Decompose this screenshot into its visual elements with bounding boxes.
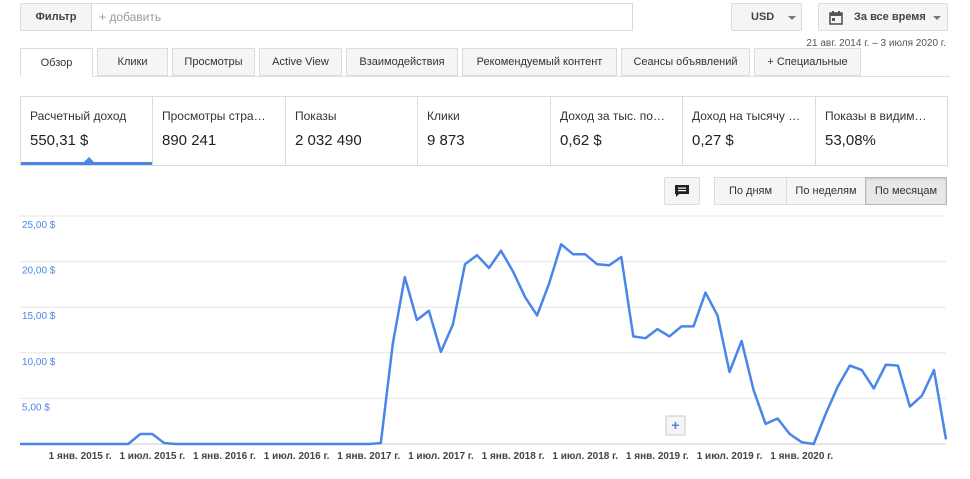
metric-viewability[interactable]: Показы в видим… 53,08% [816,97,947,165]
active-indicator [84,157,94,162]
svg-text:+: + [671,417,679,433]
y-tick-label: 20,00 $ [22,266,56,277]
by-week-button[interactable]: По неделям [786,177,866,205]
x-tick-label: 1 янв. 2017 г. [337,451,400,462]
earnings-line-chart: 5,00 $ 10,00 $ 15,00 $ 20,00 $ 25,00 $ 1 янв.… [19,215,948,462]
metric-label: Показы в видим… [825,109,927,123]
tab-pageviews[interactable]: Просмотры [172,48,255,76]
tab-clicks[interactable]: Клики [97,48,168,76]
y-tick-label: 5,00 $ [22,402,50,413]
date-label: За все время [854,11,926,23]
metric-value: 2 032 490 [295,132,362,149]
metric-value: 0,62 $ [560,132,602,149]
metric-value: 0,27 $ [692,132,734,149]
y-tick-label: 15,00 $ [22,311,56,322]
x-tick-label: 1 июл. 2015 г. [119,451,185,462]
x-tick-label: 1 июл. 2017 г. [408,451,474,462]
x-tick-label: 1 июл. 2019 г. [697,451,763,462]
filter-button[interactable]: Фильтр [20,3,92,31]
y-tick-label: 10,00 $ [22,357,56,368]
metric-label: Клики [427,109,460,123]
tabs-divider [20,76,950,77]
chevron-down-icon [788,16,796,20]
x-tick-label: 1 янв. 2018 г. [482,451,545,462]
metric-page-rpm[interactable]: Доход за тыс. по… 0,62 $ [551,97,683,165]
metric-value: 550,31 $ [30,132,89,149]
comment-icon [675,184,689,197]
metric-impression-rpm[interactable]: Доход на тысячу … 0,27 $ [683,97,816,165]
earnings-series-line [20,243,948,446]
tab-recommended-content[interactable]: Рекомендуемый контент [462,48,617,76]
metric-impressions[interactable]: Показы 2 032 490 [286,97,418,165]
x-tick-label: 1 июл. 2016 г. [264,451,330,462]
tab-ad-sessions[interactable]: Сеансы объявлений [621,48,750,76]
x-tick-label: 1 янв. 2020 г. [770,451,833,462]
currency-label: USD [751,11,775,23]
metric-clicks[interactable]: Клики 9 873 [418,97,551,165]
metric-value: 9 873 [427,132,465,149]
metric-value: 890 241 [162,132,217,149]
metrics-bar: Расчетный доход 550,31 $ Просмотры стра…… [20,96,948,166]
tab-overview[interactable]: Обзор [20,48,93,77]
tab-interactions[interactable]: Взаимодействия [346,48,458,76]
tab-custom[interactable]: + Специальные [754,48,861,76]
metric-label: Просмотры стра… [162,109,266,123]
x-tick-label: 1 июл. 2018 г. [552,451,618,462]
by-month-button[interactable]: По месяцам [865,177,947,205]
date-range-select[interactable]: За все время [818,3,948,31]
tab-active-view[interactable]: Active View [259,48,342,76]
chevron-down-icon [933,16,941,20]
by-day-button[interactable]: По дням [714,177,787,205]
metric-label: Доход на тысячу … [692,109,801,123]
calendar-icon [829,11,843,25]
y-tick-label: 25,00 $ [22,220,56,231]
add-annotation-marker[interactable]: + [665,415,686,436]
metric-page-views[interactable]: Просмотры стра… 890 241 [153,97,286,165]
metric-value: 53,08% [825,132,876,149]
x-tick-label: 1 янв. 2016 г. [193,451,256,462]
metric-label: Доход за тыс. по… [560,109,665,123]
metric-label: Показы [295,109,337,123]
granularity-toggle: По дням По неделям По месяцам [714,177,947,205]
x-tick-label: 1 янв. 2015 г. [49,451,112,462]
x-tick-label: 1 янв. 2019 г. [626,451,689,462]
annotation-button[interactable] [664,177,700,205]
filter-input[interactable]: + добавить [91,3,633,31]
currency-select[interactable]: USD [731,3,802,31]
metric-estimated-earnings[interactable]: Расчетный доход 550,31 $ [21,97,153,165]
metric-label: Расчетный доход [30,109,127,123]
